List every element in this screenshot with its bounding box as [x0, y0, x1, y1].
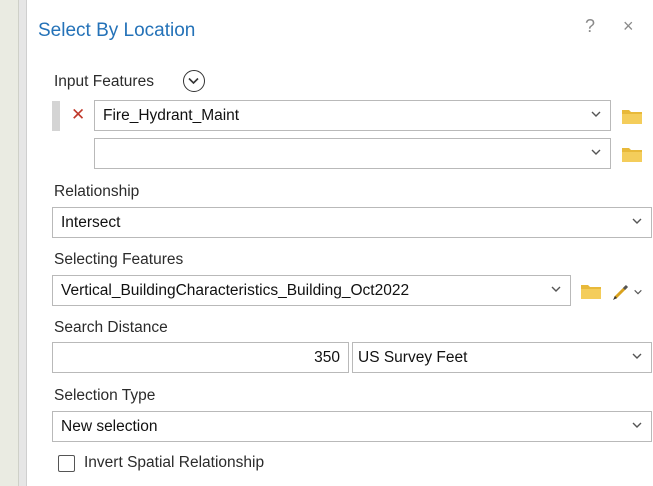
- chevron-down-icon[interactable]: [631, 215, 643, 227]
- chevron-down-icon[interactable]: [633, 287, 643, 297]
- input-features-field-1[interactable]: Fire_Hydrant_Maint: [94, 100, 611, 131]
- help-button[interactable]: ?: [585, 16, 595, 37]
- row-drag-handle[interactable]: [52, 101, 60, 131]
- chevron-down-icon[interactable]: [590, 108, 602, 120]
- close-button[interactable]: ×: [623, 16, 634, 37]
- relationship-label: Relationship: [54, 183, 140, 200]
- folder-icon[interactable]: [580, 282, 602, 300]
- expand-icon[interactable]: [183, 70, 205, 92]
- selecting-features-field[interactable]: Vertical_BuildingCharacteristics_Buildin…: [52, 275, 571, 306]
- search-distance-input[interactable]: 350: [52, 342, 349, 373]
- chevron-down-icon[interactable]: [550, 283, 562, 295]
- folder-icon[interactable]: [621, 107, 643, 125]
- relationship-select[interactable]: Intersect: [52, 207, 652, 238]
- invert-label: Invert Spatial Relationship: [84, 454, 265, 471]
- distance-unit-select[interactable]: US Survey Feet: [352, 342, 652, 373]
- invert-checkbox[interactable]: [58, 455, 75, 472]
- pencil-icon[interactable]: [611, 282, 631, 302]
- selection-type-select[interactable]: New selection: [52, 411, 652, 442]
- dialog-title: Select By Location: [38, 20, 196, 41]
- remove-icon[interactable]: ✕: [71, 105, 85, 125]
- input-features-field-2[interactable]: [94, 138, 611, 169]
- title-bar: Select By Location ? ×: [27, 0, 653, 62]
- geoprocessing-pane: Select By Location ? × Input Features ✕ …: [26, 0, 653, 486]
- chevron-down-icon[interactable]: [631, 419, 643, 431]
- input-features-label: Input Features: [54, 73, 154, 90]
- chevron-down-icon[interactable]: [631, 350, 643, 362]
- folder-icon[interactable]: [621, 145, 643, 163]
- search-distance-label: Search Distance: [54, 319, 168, 336]
- left-panel-strip: [0, 0, 19, 486]
- chevron-down-icon[interactable]: [590, 146, 602, 158]
- selection-type-label: Selection Type: [54, 387, 156, 404]
- selecting-features-label: Selecting Features: [54, 251, 184, 268]
